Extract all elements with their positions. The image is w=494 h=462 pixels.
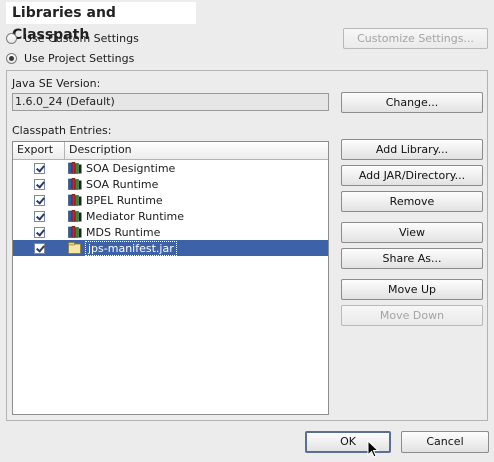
- remove-button[interactable]: Remove: [341, 191, 483, 212]
- library-icon: [68, 210, 82, 222]
- description-cell: jps-manifest.jar: [65, 240, 177, 256]
- move-up-button[interactable]: Move Up: [341, 279, 483, 300]
- use-project-settings-label: Use Project Settings: [24, 51, 135, 65]
- library-icon: [68, 162, 82, 174]
- description-cell: BPEL Runtime: [65, 194, 163, 207]
- use-custom-settings-label: Use Custom Settings: [24, 31, 139, 45]
- export-cell: [13, 240, 65, 256]
- radio-checked-icon: [6, 52, 17, 64]
- share-as-button[interactable]: Share As...: [341, 248, 483, 269]
- export-checkbox[interactable]: [33, 210, 45, 222]
- entry-label: SOA Runtime: [86, 177, 159, 191]
- table-body: SOA Designtime SOA Runtime BPEL Runtime Med…: [13, 160, 328, 256]
- customize-settings-button[interactable]: Customize Settings...: [343, 28, 488, 49]
- classpath-entries-label: Classpath Entries:: [12, 124, 112, 137]
- table-row[interactable]: Mediator Runtime: [13, 208, 328, 224]
- radio-unchecked-icon: [6, 32, 17, 44]
- table-row[interactable]: MDS Runtime: [13, 224, 328, 240]
- export-cell: [13, 224, 65, 240]
- add-library-button[interactable]: Add Library...: [341, 139, 483, 160]
- entry-label: Mediator Runtime: [86, 209, 185, 223]
- entry-label: BPEL Runtime: [86, 193, 163, 207]
- entry-label: jps-manifest.jar: [85, 240, 177, 256]
- java-se-version-label: Java SE Version:: [12, 77, 101, 90]
- export-cell: [13, 208, 65, 224]
- mouse-cursor-icon: [367, 440, 379, 458]
- export-cell: [13, 160, 65, 176]
- dialog-title: Libraries and Classpath: [6, 2, 196, 43]
- description-cell: MDS Runtime: [65, 226, 160, 239]
- table-row[interactable]: SOA Designtime: [13, 160, 328, 176]
- java-se-version-field: 1.6.0_24 (Default): [12, 93, 329, 111]
- entry-label: MDS Runtime: [86, 225, 161, 239]
- table-row[interactable]: BPEL Runtime: [13, 192, 328, 208]
- export-checkbox[interactable]: [33, 194, 45, 206]
- description-cell: Mediator Runtime: [65, 210, 184, 223]
- description-cell: SOA Designtime: [65, 162, 175, 175]
- table-header: Export Description: [13, 142, 328, 160]
- export-column-header[interactable]: Export: [13, 142, 65, 159]
- add-jar-directory-button[interactable]: Add JAR/Directory...: [341, 165, 483, 186]
- export-checkbox[interactable]: [33, 162, 45, 174]
- classpath-table[interactable]: Export Description SOA Designtime SOA Run…: [12, 141, 329, 415]
- description-cell: SOA Runtime: [65, 178, 158, 191]
- export-cell: [13, 192, 65, 208]
- use-custom-settings-radio[interactable]: Use Custom Settings: [6, 30, 139, 46]
- export-checkbox[interactable]: [33, 226, 45, 238]
- export-checkbox[interactable]: [33, 242, 45, 254]
- use-project-settings-radio[interactable]: Use Project Settings: [6, 50, 134, 66]
- cancel-button[interactable]: Cancel: [401, 431, 489, 453]
- library-icon: [68, 194, 82, 206]
- library-icon: [68, 178, 82, 190]
- jar-file-icon: [68, 242, 81, 254]
- table-row[interactable]: jps-manifest.jar: [13, 240, 328, 256]
- export-checkbox[interactable]: [33, 178, 45, 190]
- move-down-button[interactable]: Move Down: [341, 305, 483, 326]
- change-button[interactable]: Change...: [341, 92, 483, 113]
- export-cell: [13, 176, 65, 192]
- view-button[interactable]: View: [341, 222, 483, 243]
- description-column-header[interactable]: Description: [65, 142, 132, 159]
- table-row[interactable]: SOA Runtime: [13, 176, 328, 192]
- entry-label: SOA Designtime: [86, 161, 176, 175]
- library-icon: [68, 226, 82, 238]
